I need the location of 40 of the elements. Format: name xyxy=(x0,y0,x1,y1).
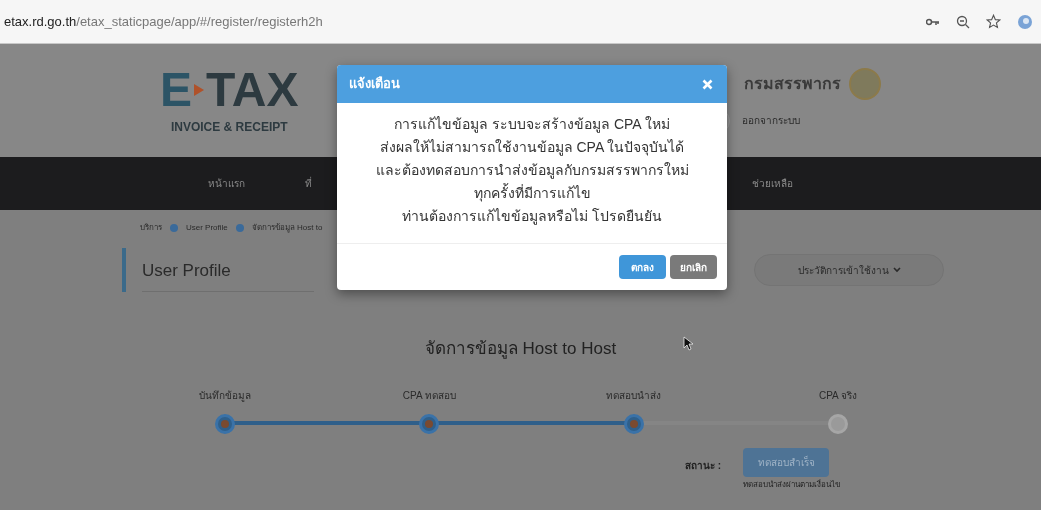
dialog-message-line: ท่านต้องการแก้ไขข้อมูลหรือไม่ โปรดยืนยัน xyxy=(402,207,662,227)
zoom-out-icon[interactable] xyxy=(956,14,970,29)
mouse-cursor-icon xyxy=(683,336,693,351)
dialog-message-line: การแก้ไขข้อมูล ระบบจะสร้างข้อมูล CPA ใหม่ xyxy=(394,115,670,135)
department-name: กรมสรรพากร xyxy=(744,73,841,94)
breadcrumb-link[interactable]: User Profile xyxy=(186,222,228,234)
dialog-title: แจ้งเตือน xyxy=(349,75,400,94)
star-icon[interactable] xyxy=(986,14,1001,29)
step-label: บันทึกข้อมูล xyxy=(199,388,251,404)
confirm-button[interactable]: ตกลง xyxy=(619,255,666,279)
emblem-icon xyxy=(849,67,881,100)
logo-tagline: INVOICE & RECEIPT xyxy=(170,118,288,136)
status-label: สถานะ : xyxy=(685,458,722,473)
dialog-message-line: ส่งผลให้ไม่สามารถใช้งานข้อมูล CPA ในปัจจุบันได้ xyxy=(379,138,685,158)
step-label: ทดสอบนำส่ง xyxy=(606,388,662,403)
history-dropdown-button[interactable]: ประวัติการเข้าใช้งาน xyxy=(754,254,944,286)
section-title: จัดการข้อมูล Host to Host xyxy=(424,338,617,361)
page-title: User Profile xyxy=(142,248,314,292)
step-label: CPA จริง xyxy=(818,388,857,403)
key-icon[interactable] xyxy=(926,17,940,26)
title-accent-bar xyxy=(122,248,126,292)
breadcrumb-link[interactable]: จัดการข้อมูล Host to xyxy=(251,222,323,234)
breadcrumb-separator-icon xyxy=(235,224,244,232)
chevron-down-icon xyxy=(892,267,901,273)
nav-link[interactable]: ช่วยเหลือ xyxy=(752,176,793,191)
breadcrumb-separator-icon xyxy=(170,224,178,232)
breadcrumb-link[interactable]: บริการ xyxy=(140,222,162,234)
step-label: CPA ทดสอบ xyxy=(402,388,456,403)
nav-link[interactable]: หน้าแรก xyxy=(208,176,245,191)
status-button[interactable]: ทดสอบสำเร็จ xyxy=(743,447,830,477)
close-icon xyxy=(701,78,713,90)
nav-link[interactable]: ที่ xyxy=(305,176,312,191)
logo-arrow-icon xyxy=(194,83,204,96)
logo-mark: E xyxy=(160,65,192,114)
dialog-message-line: และต้องทดสอบการนำส่งข้อมูลกับกรมสรรพากรใหม่ xyxy=(375,161,689,181)
dialog-message-line: ทุกครั้งที่มีการแก้ไข xyxy=(473,182,591,204)
cancel-button[interactable]: ยกเลิก xyxy=(670,255,717,279)
logout-link[interactable]: ออกจากระบบ xyxy=(742,113,800,128)
logo-word: TAX xyxy=(206,65,299,114)
status-note: ทดสอบนำส่งผ่านตามเงื่อนไข xyxy=(743,478,841,491)
